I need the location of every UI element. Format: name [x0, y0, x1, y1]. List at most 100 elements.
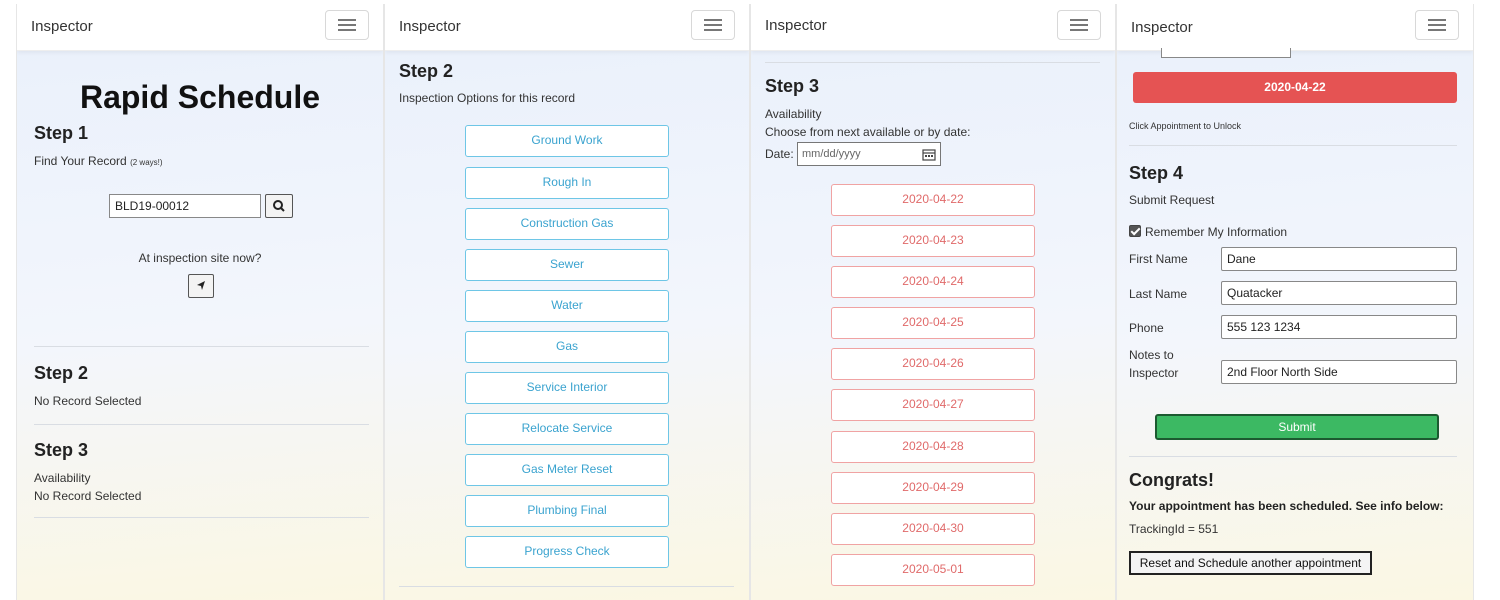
step4-heading: Step 4 — [1129, 163, 1184, 183]
step1-heading: Step 1 — [34, 123, 89, 143]
option-sewer[interactable]: Sewer — [465, 249, 669, 281]
brand[interactable]: Inspector — [399, 18, 461, 35]
menu-toggle-button[interactable] — [1057, 10, 1101, 40]
step2-status: No Record Selected — [34, 394, 142, 408]
divider — [399, 586, 734, 587]
step4-subtitle: Submit Request — [1129, 193, 1215, 207]
menu-toggle-button[interactable] — [325, 10, 369, 40]
hamburger-icon-line — [1428, 29, 1446, 31]
option-service-interior[interactable]: Service Interior — [465, 372, 669, 404]
option-water[interactable]: Water — [465, 290, 669, 322]
location-arrow-icon — [197, 281, 205, 290]
panel-step1: Inspector Rapid Schedule Step 1 Find You… — [16, 4, 384, 600]
first-name-label: First Name — [1129, 252, 1188, 266]
option-ground-work[interactable]: Ground Work — [465, 125, 669, 157]
page-title: Rapid Schedule — [79, 79, 321, 115]
hamburger-icon-line — [338, 29, 356, 31]
step3-subtitle: Availability — [34, 471, 91, 485]
option-relocate-service[interactable]: Relocate Service — [465, 413, 669, 445]
congrats-message: Your appointment has been scheduled. See… — [1129, 499, 1444, 513]
step1-hint: (2 ways!) — [130, 158, 163, 167]
menu-toggle-button[interactable] — [691, 10, 735, 40]
date-option[interactable]: 2020-04-23 — [831, 225, 1035, 257]
date-option[interactable]: 2020-04-30 — [831, 513, 1035, 545]
phone-label: Phone — [1129, 321, 1164, 335]
unlock-hint: Click Appointment to Unlock — [1129, 121, 1242, 131]
panel-step4: Inspector 2020-04-22 Click Appointment t… — [1116, 4, 1474, 600]
navbar: Inspector — [17, 4, 383, 51]
option-gas[interactable]: Gas — [465, 331, 669, 363]
locate-button[interactable] — [188, 274, 214, 298]
divider — [34, 346, 369, 347]
step2-heading: Step 2 — [34, 363, 89, 383]
divider — [1129, 145, 1457, 146]
step2-heading: Step 2 — [399, 61, 454, 81]
date-picker-input[interactable] — [1161, 48, 1291, 58]
step1-subtitle: Find Your Record (2 ways!) — [34, 154, 163, 168]
divider — [1129, 456, 1457, 457]
step1-sub: Find Your Record — [34, 154, 127, 168]
divider — [34, 424, 369, 425]
hamburger-icon — [704, 19, 722, 21]
record-search-input[interactable] — [109, 194, 261, 218]
navbar: Inspector — [751, 4, 1115, 51]
option-progress-check[interactable]: Progress Check — [465, 536, 669, 568]
hamburger-icon — [1070, 19, 1088, 21]
option-plumbing-final[interactable]: Plumbing Final — [465, 495, 669, 527]
step3-status: No Record Selected — [34, 489, 142, 503]
remember-label: Remember My Information — [1145, 225, 1288, 239]
calendar-icon[interactable] — [922, 148, 936, 161]
date-option[interactable]: 2020-04-29 — [831, 472, 1035, 504]
reset-schedule-button[interactable]: Reset and Schedule another appointment — [1129, 551, 1372, 575]
brand[interactable]: Inspector — [765, 17, 827, 34]
hamburger-icon-line — [704, 24, 722, 26]
search-button[interactable] — [265, 194, 293, 218]
step3-heading: Step 3 — [34, 440, 89, 460]
date-picker-input[interactable]: mm/dd/yyyy — [797, 142, 941, 166]
phone-field[interactable]: 555 123 1234 — [1221, 315, 1457, 339]
step3-subtitle: Availability — [765, 107, 822, 121]
menu-toggle-button[interactable] — [1415, 10, 1459, 40]
hamburger-icon — [338, 19, 356, 21]
navbar: Inspector — [385, 4, 749, 51]
notes-label-line2: Inspector — [1129, 366, 1179, 380]
divider — [34, 517, 369, 518]
notes-field[interactable]: 2nd Floor North Side — [1221, 360, 1457, 384]
notes-label-line1: Notes to — [1129, 348, 1174, 362]
hamburger-icon-line — [338, 24, 356, 26]
hamburger-icon-line — [1428, 24, 1446, 26]
congrats-heading: Congrats! — [1129, 470, 1214, 490]
first-name-field[interactable]: Dane — [1221, 247, 1457, 271]
option-rough-in[interactable]: Rough In — [465, 167, 669, 199]
date-option[interactable]: 2020-04-24 — [831, 266, 1035, 298]
onsite-prompt: At inspection site now? — [138, 251, 262, 265]
search-icon — [273, 200, 285, 212]
brand[interactable]: Inspector — [31, 18, 93, 35]
last-name-field[interactable]: Quatacker — [1221, 281, 1457, 305]
date-label: Date: — [765, 147, 794, 161]
panel-step2: Inspector Step 2 Inspection Options for … — [384, 4, 750, 600]
selected-date-button[interactable]: 2020-04-22 — [1133, 72, 1457, 103]
date-option[interactable]: 2020-04-25 — [831, 307, 1035, 339]
option-gas-meter-reset[interactable]: Gas Meter Reset — [465, 454, 669, 486]
step2-subtitle: Inspection Options for this record — [399, 91, 576, 105]
divider — [765, 62, 1100, 63]
option-construction-gas[interactable]: Construction Gas — [465, 208, 669, 240]
hamburger-icon-line — [704, 29, 722, 31]
brand[interactable]: Inspector — [1131, 19, 1193, 36]
hamburger-icon-line — [1070, 29, 1088, 31]
step3-heading: Step 3 — [765, 76, 820, 96]
remember-checkbox[interactable] — [1129, 225, 1141, 237]
hamburger-icon — [1428, 19, 1446, 21]
hamburger-icon-line — [1070, 24, 1088, 26]
date-option[interactable]: 2020-05-01 — [831, 554, 1035, 586]
date-option[interactable]: 2020-04-22 — [831, 184, 1035, 216]
panel-step3: Inspector Step 3 Availability Choose fro… — [750, 4, 1116, 600]
date-instruction: Choose from next available or by date: — [765, 125, 971, 139]
date-option[interactable]: 2020-04-28 — [831, 431, 1035, 463]
date-placeholder: mm/dd/yyyy — [802, 148, 861, 160]
date-option[interactable]: 2020-04-27 — [831, 389, 1035, 421]
submit-button[interactable]: Submit — [1155, 414, 1439, 440]
navbar: Inspector — [1117, 4, 1473, 51]
date-option[interactable]: 2020-04-26 — [831, 348, 1035, 380]
